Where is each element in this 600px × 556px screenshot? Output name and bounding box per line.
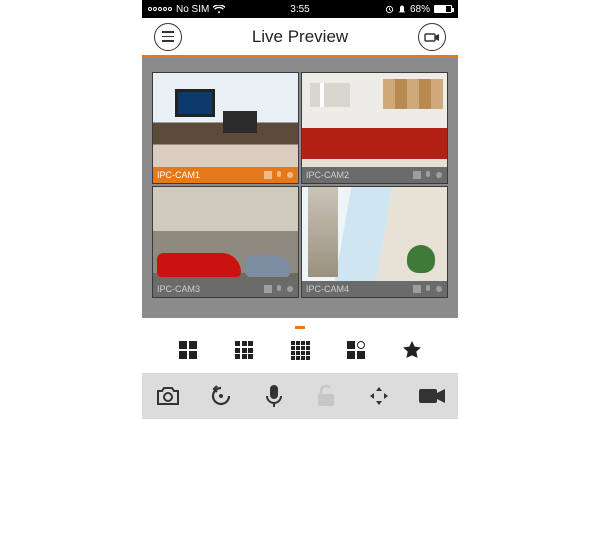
layout-4x4-button[interactable] (289, 339, 311, 361)
camera-tile-1[interactable]: IPC-CAM1 (152, 72, 299, 184)
battery-pct: 68% (410, 4, 430, 15)
dnd-icon (398, 5, 406, 14)
grid-3x3-icon (235, 341, 253, 359)
camera-grid: IPC-CAM1 IPC-CAM2 (152, 72, 448, 298)
star-icon (401, 339, 423, 361)
page-dot (295, 326, 305, 329)
history-icon (209, 384, 233, 408)
playback-button[interactable] (206, 381, 236, 411)
camera-name: IPC-CAM4 (306, 284, 349, 294)
record-icon (418, 386, 446, 406)
lock-button[interactable] (311, 381, 341, 411)
page-indicator (142, 318, 458, 333)
wifi-icon (213, 5, 225, 14)
layout-2x2-button[interactable] (177, 339, 199, 361)
ptz-arrows-icon (367, 384, 391, 408)
grid-2x2-icon (179, 341, 197, 359)
carrier-label: No SIM (176, 4, 209, 15)
page-title: Live Preview (252, 27, 348, 47)
camera-name: IPC-CAM3 (157, 284, 200, 294)
camera-name: IPC-CAM1 (157, 170, 200, 180)
lock-icon (316, 384, 336, 408)
layout-selector (142, 333, 458, 373)
microphone-icon (265, 384, 283, 408)
camera-snapshot-icon (155, 385, 181, 407)
camera-tile-3[interactable]: IPC-CAM3 (152, 186, 299, 298)
bottom-toolbar (142, 373, 458, 419)
ptz-button[interactable] (364, 381, 394, 411)
menu-button[interactable] (154, 23, 182, 51)
layout-mixed-button[interactable] (345, 339, 367, 361)
battery-icon (434, 5, 452, 13)
nav-bar: Live Preview (142, 18, 458, 58)
favorite-button[interactable] (401, 339, 423, 361)
app-screen: No SIM 3:55 68% Live Preview (142, 0, 458, 419)
camera-status-icons (413, 285, 443, 293)
grid-mixed-icon (347, 341, 365, 359)
camera-tile-4[interactable]: IPC-CAM4 (301, 186, 448, 298)
camera-icon (424, 31, 440, 43)
signal-dots-icon (148, 7, 172, 11)
preview-area: IPC-CAM1 IPC-CAM2 (142, 58, 458, 318)
layout-3x3-button[interactable] (233, 339, 255, 361)
camera-status-icons (413, 171, 443, 179)
record-button[interactable] (417, 381, 447, 411)
alarm-icon (385, 5, 394, 14)
camera-status-icons (264, 285, 294, 293)
camera-select-button[interactable] (418, 23, 446, 51)
grid-4x4-icon (291, 341, 309, 359)
camera-name: IPC-CAM2 (306, 170, 349, 180)
menu-icon (162, 31, 174, 42)
camera-tile-2[interactable]: IPC-CAM2 (301, 72, 448, 184)
camera-status-icons (264, 171, 294, 179)
snapshot-button[interactable] (153, 381, 183, 411)
status-bar: No SIM 3:55 68% (142, 0, 458, 18)
talk-button[interactable] (259, 381, 289, 411)
